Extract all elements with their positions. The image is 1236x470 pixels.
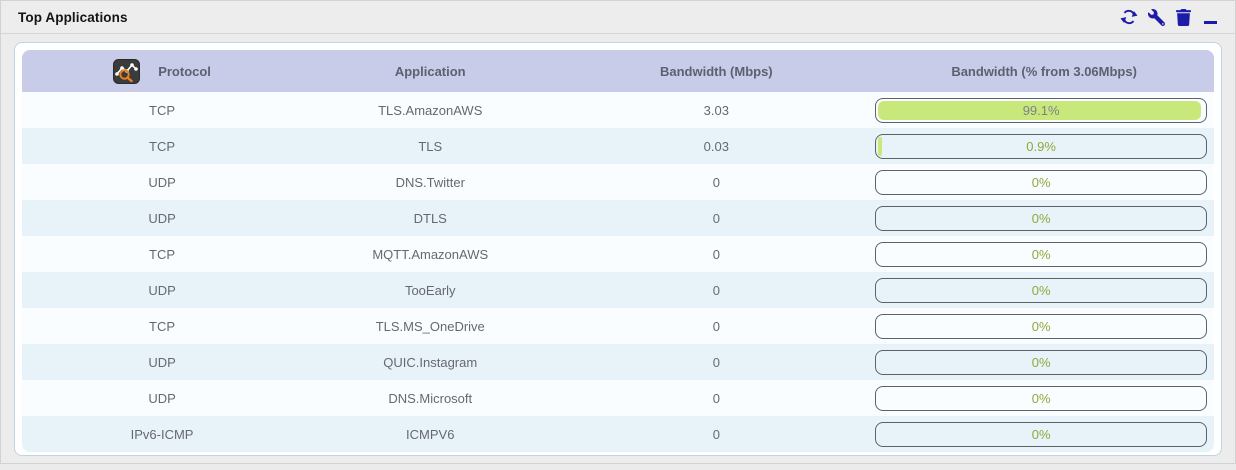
application-cell: TLS [302, 128, 559, 164]
bandwidth-mbps-cell: 0 [558, 380, 875, 416]
bandwidth-pct-cell: 0% [874, 164, 1214, 200]
bandwidth-bar: 0% [875, 313, 1207, 339]
application-cell: ICMPV6 [302, 416, 559, 452]
table-row: UDP TooEarly 0 0% [22, 272, 1214, 308]
top-applications-table: Protocol Application Bandwidth (Mbps) Ba… [22, 50, 1214, 452]
application-cell: QUIC.Instagram [302, 344, 559, 380]
bandwidth-bar-label: 0% [1031, 390, 1051, 406]
widget-title: Top Applications [18, 9, 128, 25]
refresh-icon[interactable] [1120, 8, 1138, 26]
bandwidth-mbps-cell: 0 [558, 308, 875, 344]
bandwidth-bar-label: 0% [1031, 210, 1051, 226]
bandwidth-bar: 0% [875, 421, 1207, 447]
bandwidth-bar-label: 0% [1031, 282, 1051, 298]
bandwidth-mbps-cell: 0 [558, 200, 875, 236]
bandwidth-mbps-cell: 0 [558, 416, 875, 452]
widget-titlebar: Top Applications [1, 1, 1235, 34]
bandwidth-pct-cell: 0% [874, 416, 1214, 452]
protocol-cell: TCP [22, 92, 303, 128]
protocol-cell: UDP [22, 200, 303, 236]
table-row: IPv6-ICMP ICMPV6 0 0% [22, 416, 1214, 452]
bandwidth-bar: 0% [875, 277, 1207, 303]
widget-toolbar [1120, 8, 1219, 26]
bandwidth-pct-cell: 0% [874, 344, 1214, 380]
table-header-row: Protocol Application Bandwidth (Mbps) Ba… [22, 50, 1214, 92]
bandwidth-bar-label: 99.1% [1022, 102, 1060, 118]
table-row: TCP MQTT.AmazonAWS 0 0% [22, 236, 1214, 272]
protocol-cell: UDP [22, 344, 303, 380]
bandwidth-mbps-cell: 0 [558, 344, 875, 380]
bandwidth-mbps-cell: 0 [558, 236, 875, 272]
bandwidth-bar-label: 0% [1031, 174, 1051, 190]
minimize-icon[interactable] [1201, 8, 1219, 26]
bandwidth-pct-cell: 99.1% [874, 92, 1214, 128]
trash-icon[interactable] [1174, 8, 1192, 26]
bandwidth-mbps-cell: 3.03 [558, 92, 875, 128]
protocol-cell: TCP [22, 128, 303, 164]
table-row: TCP TLS.MS_OneDrive 0 0% [22, 308, 1214, 344]
bandwidth-bar-label: 0% [1031, 426, 1051, 442]
table-row: TCP TLS 0.03 0.9% [22, 128, 1214, 164]
bandwidth-pct-cell: 0.9% [874, 128, 1214, 164]
bandwidth-pct-cell: 0% [874, 236, 1214, 272]
application-cell: MQTT.AmazonAWS [302, 236, 559, 272]
table-row: UDP DNS.Twitter 0 0% [22, 164, 1214, 200]
bandwidth-pct-cell: 0% [874, 380, 1214, 416]
bandwidth-mbps-cell: 0 [558, 272, 875, 308]
bandwidth-pct-cell: 0% [874, 308, 1214, 344]
bandwidth-bar-label: 0% [1031, 246, 1051, 262]
protocol-cell: TCP [22, 236, 303, 272]
bandwidth-pct-cell: 0% [874, 272, 1214, 308]
column-header-protocol: Protocol [22, 50, 303, 92]
column-header-application: Application [302, 50, 559, 92]
bandwidth-bar-label: 0.9% [1026, 138, 1056, 154]
bandwidth-bar-label: 0% [1031, 318, 1051, 334]
bandwidth-bar: 0% [875, 349, 1207, 375]
bandwidth-bar-label: 0% [1031, 354, 1051, 370]
bandwidth-bar: 0.9% [875, 133, 1207, 159]
table-panel: Protocol Application Bandwidth (Mbps) Ba… [14, 42, 1222, 456]
bandwidth-bar: 0% [875, 169, 1207, 195]
table-row: UDP DTLS 0 0% [22, 200, 1214, 236]
application-cell: DTLS [302, 200, 559, 236]
table-row: UDP QUIC.Instagram 0 0% [22, 344, 1214, 380]
application-cell: TLS.MS_OneDrive [302, 308, 559, 344]
protocol-cell: IPv6-ICMP [22, 416, 303, 452]
column-header-bandwidth-pct: Bandwidth (% from 3.06Mbps) [874, 50, 1214, 92]
table-row: UDP DNS.Microsoft 0 0% [22, 380, 1214, 416]
application-cell: DNS.Twitter [302, 164, 559, 200]
top-applications-widget: Top Applications Protocol Application Ba… [0, 0, 1236, 464]
bandwidth-pct-cell: 0% [874, 200, 1214, 236]
application-cell: TLS.AmazonAWS [302, 92, 559, 128]
table-row: TCP TLS.AmazonAWS 3.03 99.1% [22, 92, 1214, 128]
application-cell: TooEarly [302, 272, 559, 308]
protocol-cell: UDP [22, 272, 303, 308]
column-label-protocol: Protocol [158, 63, 211, 79]
bandwidth-bar: 0% [875, 205, 1207, 231]
protocol-cell: UDP [22, 164, 303, 200]
application-cell: DNS.Microsoft [302, 380, 559, 416]
wrench-icon[interactable] [1147, 8, 1165, 26]
column-header-bandwidth-mbps: Bandwidth (Mbps) [558, 50, 875, 92]
bandwidth-bar: 0% [875, 241, 1207, 267]
chart-search-icon [113, 58, 141, 84]
protocol-cell: TCP [22, 308, 303, 344]
bandwidth-mbps-cell: 0.03 [558, 128, 875, 164]
bandwidth-mbps-cell: 0 [558, 164, 875, 200]
protocol-cell: UDP [22, 380, 303, 416]
bandwidth-bar: 99.1% [875, 97, 1207, 123]
bandwidth-bar: 0% [875, 385, 1207, 411]
